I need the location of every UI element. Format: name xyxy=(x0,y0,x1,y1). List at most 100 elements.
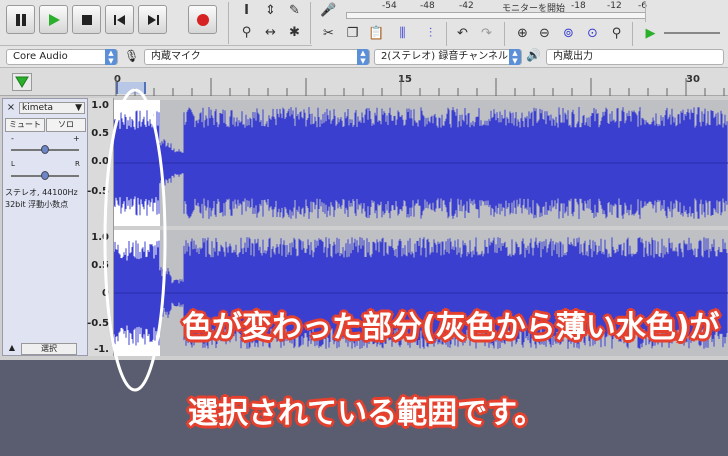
track-close-button[interactable]: × xyxy=(5,102,17,114)
scale-label: 0 xyxy=(102,288,109,299)
separator xyxy=(446,22,447,46)
gain-slider[interactable] xyxy=(11,145,79,154)
collapse-track-button[interactable]: ▲ xyxy=(5,343,19,355)
microphone-icon: 🎙 xyxy=(124,49,140,63)
play-speed-slider[interactable] xyxy=(664,32,720,34)
redo-button[interactable]: ↷ xyxy=(476,24,497,43)
mute-label: ミュート xyxy=(9,120,41,129)
zoom-out-button[interactable]: ⊖ xyxy=(534,24,555,43)
input-device-value: 内蔵マイク xyxy=(151,51,201,62)
audio-host-value: Core Audio xyxy=(13,51,68,62)
scale-label: 0.0 xyxy=(91,156,109,167)
undo-icon: ↶ xyxy=(457,26,468,41)
track-info-format: ステレオ, 44100Hz xyxy=(5,188,78,197)
zoom-in-icon: ⊕ xyxy=(517,26,528,41)
amplitude-scale: 1.0 0.5 0.0 -0.5 1.0 0.5 0 -0.5 -1. xyxy=(87,98,114,356)
track-name: kimeta xyxy=(22,103,54,113)
time-shift-tool[interactable]: ↔ xyxy=(260,23,281,42)
separator xyxy=(310,2,311,44)
selection-tool[interactable]: I xyxy=(236,1,257,20)
record-meter-button[interactable]: 🎤 xyxy=(318,1,339,20)
time-shift-icon: ↔ xyxy=(265,25,276,40)
channels-value: 2(ステレオ) 録音チャンネル xyxy=(381,51,509,62)
track-name-menu[interactable]: kimeta ▼ xyxy=(19,102,85,114)
channels-select[interactable]: 2(ステレオ) 録音チャンネル ▲ ▼ xyxy=(374,49,522,65)
separator xyxy=(228,2,229,44)
fit-selection-button[interactable]: ⊚ xyxy=(558,24,579,43)
zoom-toggle-icon: ⚲ xyxy=(611,26,622,41)
cut-button[interactable]: ✂ xyxy=(318,24,339,43)
envelope-icon: ⇕ xyxy=(265,3,276,18)
silence-button[interactable]: ⫶ xyxy=(420,24,441,43)
fit-project-button[interactable]: ⊙ xyxy=(582,24,603,43)
play-button[interactable] xyxy=(39,5,68,34)
meter-tick: -54 xyxy=(382,1,397,11)
multi-tool-icon: ✱ xyxy=(289,25,300,40)
solo-button[interactable]: ソロ xyxy=(46,118,86,132)
copy-icon: ❐ xyxy=(346,26,359,41)
record-meter[interactable]: -54 -48 -42 モニターを開始 -18 -12 -6 xyxy=(342,0,647,22)
timeline-ruler[interactable]: 0 15 30 xyxy=(0,68,728,96)
undo-button[interactable]: ↶ xyxy=(452,24,473,43)
track-info-bitdepth: 32bit 浮動小数点 xyxy=(5,200,69,209)
left-channel[interactable] xyxy=(113,100,728,226)
chevron-updown-icon: ▲ ▼ xyxy=(509,49,521,65)
draw-tool[interactable]: ✎ xyxy=(284,1,305,20)
silence-audio-icon: ⫶ xyxy=(428,26,433,41)
i-beam-icon: I xyxy=(244,3,249,18)
play-at-speed-button[interactable]: ▶ xyxy=(640,24,661,43)
trim-audio-icon: ⫼ xyxy=(399,26,406,41)
pan-right-label: R xyxy=(75,160,80,168)
mute-button[interactable]: ミュート xyxy=(5,118,45,132)
zoom-out-icon: ⊖ xyxy=(539,26,550,41)
track-control-panel: × kimeta ▼ ミュート ソロ - + L R ステレオ, 44100Hz… xyxy=(2,98,88,356)
toolbar: I ⇕ ✎ ⚲ ↔ ✱ 🎤 🔈 -54 -48 -42 モニターを開始 -18 … xyxy=(0,0,728,46)
zoom-tool[interactable]: ⚲ xyxy=(236,23,257,42)
scale-label: 0.5 xyxy=(91,260,109,271)
meter-tick: -18 xyxy=(571,1,586,11)
skip-to-start-button[interactable] xyxy=(105,5,134,34)
select-track-button[interactable]: 選択 xyxy=(21,343,77,355)
trim-button[interactable]: ⫼ xyxy=(392,24,413,43)
paste-button[interactable]: 📋 xyxy=(366,24,387,43)
separator xyxy=(632,22,633,46)
fit-selection-icon: ⊚ xyxy=(563,26,574,41)
triangle-up-icon: ▲ xyxy=(8,343,16,352)
pan-slider[interactable] xyxy=(11,171,79,180)
stop-button[interactable] xyxy=(72,5,101,34)
zoom-toggle-button[interactable]: ⚲ xyxy=(606,24,627,43)
meter-tick: -42 xyxy=(459,1,474,11)
pause-button[interactable] xyxy=(6,5,35,34)
envelope-tool[interactable]: ⇕ xyxy=(260,1,281,20)
meter-track xyxy=(346,12,646,19)
skip-start-icon xyxy=(113,14,125,25)
scale-label: -0.5 xyxy=(87,186,109,197)
annotation-line-2: 選択されている範囲です。 xyxy=(188,396,545,431)
record-button[interactable] xyxy=(188,5,217,34)
gain-minus-label: - xyxy=(11,134,14,143)
input-device-select[interactable]: 内蔵マイク ▲ ▼ xyxy=(144,49,370,65)
audio-host-select[interactable]: Core Audio ▲ ▼ xyxy=(6,49,118,65)
annotation-line-1: 色が変わった部分(灰色から薄い水色)が xyxy=(182,310,720,345)
close-icon: × xyxy=(6,102,16,113)
scissors-icon: ✂ xyxy=(323,26,334,41)
output-device-select[interactable]: 内蔵出力 xyxy=(546,49,724,65)
microphone-icon: 🎤 xyxy=(320,3,337,18)
scale-label: 0.5 xyxy=(91,128,109,139)
record-icon xyxy=(196,13,209,26)
pan-slider-thumb[interactable] xyxy=(41,171,49,180)
zoom-in-button[interactable]: ⊕ xyxy=(512,24,533,43)
chevron-updown-icon: ▲ ▼ xyxy=(105,49,117,65)
pencil-icon: ✎ xyxy=(289,3,300,18)
scale-label: 1.0 xyxy=(91,100,109,111)
multi-tool[interactable]: ✱ xyxy=(284,23,305,42)
speaker-icon: 🔊 xyxy=(526,48,541,62)
gain-slider-thumb[interactable] xyxy=(41,145,49,154)
device-toolbar: Core Audio ▲ ▼ 🎙 内蔵マイク ▲ ▼ 2(ステレオ) 録音チャンネル… xyxy=(0,46,728,68)
pin-playhead-button[interactable] xyxy=(12,73,32,91)
stop-icon xyxy=(81,14,92,25)
play-at-speed-icon: ▶ xyxy=(645,26,656,41)
meter-tick: -12 xyxy=(607,1,622,11)
copy-button[interactable]: ❐ xyxy=(342,24,363,43)
skip-to-end-button[interactable] xyxy=(138,5,167,34)
